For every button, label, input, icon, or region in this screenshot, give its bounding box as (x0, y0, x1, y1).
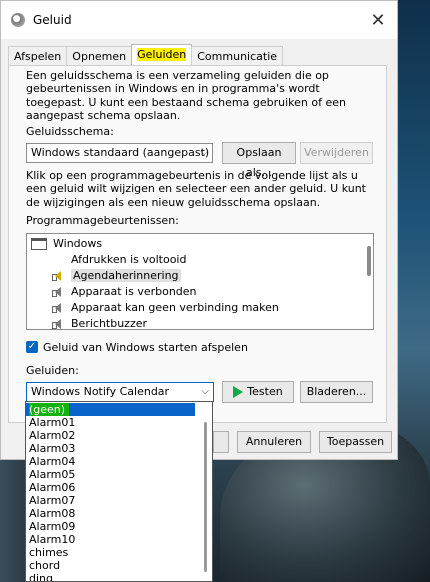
dropdown-option[interactable]: Alarm04 (29, 455, 75, 468)
play-icon (233, 386, 244, 398)
browse-button[interactable]: Bladeren... (300, 381, 373, 403)
close-icon: ✕ (370, 9, 386, 31)
sound-dialog: Geluid ✕ Afspelen Opnemen Geluiden Commu… (0, 0, 398, 460)
close-button[interactable]: ✕ (365, 7, 391, 33)
cancel-button[interactable]: Annuleren (237, 431, 311, 453)
events-help-text: Klik op een programmagebeurtenis in de v… (26, 169, 366, 209)
dropdown-option[interactable]: chord (29, 559, 60, 572)
dropdown-option[interactable]: Alarm07 (29, 494, 75, 507)
tab-bar: Afspelen Opnemen Geluiden Communicatie (8, 44, 284, 67)
category-icon (31, 238, 47, 250)
speaker-icon (51, 318, 63, 330)
startup-sound-label: Geluid van Windows starten afspelen (43, 341, 248, 354)
sounds-label: Geluiden: (26, 364, 79, 377)
events-label: Programmagebeurtenissen: (26, 214, 179, 227)
list-item[interactable]: Apparaat is verbonden (51, 284, 197, 299)
dropdown-option-selected[interactable]: (geen) (26, 403, 195, 416)
intro-text: Een geluidsschema is een verzameling gel… (26, 69, 346, 122)
window-title: Geluid (33, 13, 72, 27)
dropdown-option[interactable]: ding (29, 572, 53, 581)
scheme-selected-value: Windows standaard (aangepast) (31, 146, 210, 159)
scheme-select[interactable]: Windows standaard (aangepast) ⌵ (26, 143, 213, 163)
test-button[interactable]: Testen (222, 381, 294, 403)
speaker-icon (51, 302, 63, 314)
tab-opnemen[interactable]: Opnemen (66, 46, 133, 67)
dropdown-option[interactable]: Alarm10 (29, 533, 75, 546)
sound-selected-value: Windows Notify Calendar (31, 385, 170, 398)
list-item-label: Windows (53, 237, 103, 250)
dropdown-option[interactable]: Alarm05 (29, 468, 75, 481)
chevron-down-icon: ⌵ (201, 386, 209, 397)
sound-dropdown-list[interactable]: (geen) Alarm01 Alarm02 Alarm03 Alarm04 A… (25, 401, 213, 582)
dropdown-option[interactable]: Alarm02 (29, 429, 75, 442)
dropdown-option[interactable]: Alarm08 (29, 507, 75, 520)
dropdown-option[interactable]: Alarm01 (29, 416, 75, 429)
sound-select[interactable]: Windows Notify Calendar ⌵ (26, 382, 214, 402)
tab-geluiden-label: Geluiden (137, 48, 187, 61)
dropdown-option[interactable]: Alarm03 (29, 442, 75, 455)
list-item-label: Afdrukken is voltooid (71, 253, 187, 266)
list-item-label: Berichtbuzzer (71, 317, 148, 330)
scrollbar[interactable] (367, 246, 371, 276)
dropdown-option-label: (geen) (29, 403, 70, 416)
delete-button: Verwijderen (300, 142, 373, 164)
speaker-icon (51, 270, 63, 282)
speaker-app-icon (11, 13, 25, 27)
scheme-label: Geluidsschema: (26, 125, 114, 138)
list-item[interactable]: Berichtbuzzer (51, 316, 148, 330)
dropdown-option[interactable]: Alarm06 (29, 481, 75, 494)
startup-sound-checkbox[interactable]: ✓ (26, 341, 38, 353)
list-item-label: Apparaat is verbonden (71, 285, 197, 298)
list-item-selected[interactable]: Agendaherinnering (51, 268, 181, 283)
events-list[interactable]: Windows Afdrukken is voltooid Agendaheri… (26, 233, 374, 330)
dropdown-option[interactable]: Alarm09 (29, 520, 75, 533)
tab-afspelen[interactable]: Afspelen (8, 46, 68, 67)
list-item-windows-group[interactable]: Windows (31, 236, 102, 251)
list-item-label: Apparaat kan geen verbinding maken (71, 301, 279, 314)
test-button-label: Testen (247, 385, 283, 398)
scrollbar[interactable] (204, 422, 207, 572)
speaker-icon (51, 286, 63, 298)
apply-button[interactable]: Toepassen (319, 431, 392, 453)
chevron-down-icon: ⌵ (200, 147, 208, 158)
tab-geluiden[interactable]: Geluiden (131, 44, 193, 67)
ok-button-partial[interactable] (213, 431, 229, 453)
checkmark-icon: ✓ (27, 341, 37, 352)
list-item[interactable]: Afdrukken is voltooid (71, 252, 186, 267)
list-item-label: Agendaherinnering (71, 269, 181, 282)
dropdown-option[interactable]: chimes (29, 546, 68, 559)
save-as-button[interactable]: Opslaan als... (222, 142, 296, 179)
tab-communicatie[interactable]: Communicatie (191, 46, 284, 67)
title-bar: Geluid ✕ (1, 1, 397, 39)
list-item[interactable]: Apparaat kan geen verbinding maken (51, 300, 279, 315)
